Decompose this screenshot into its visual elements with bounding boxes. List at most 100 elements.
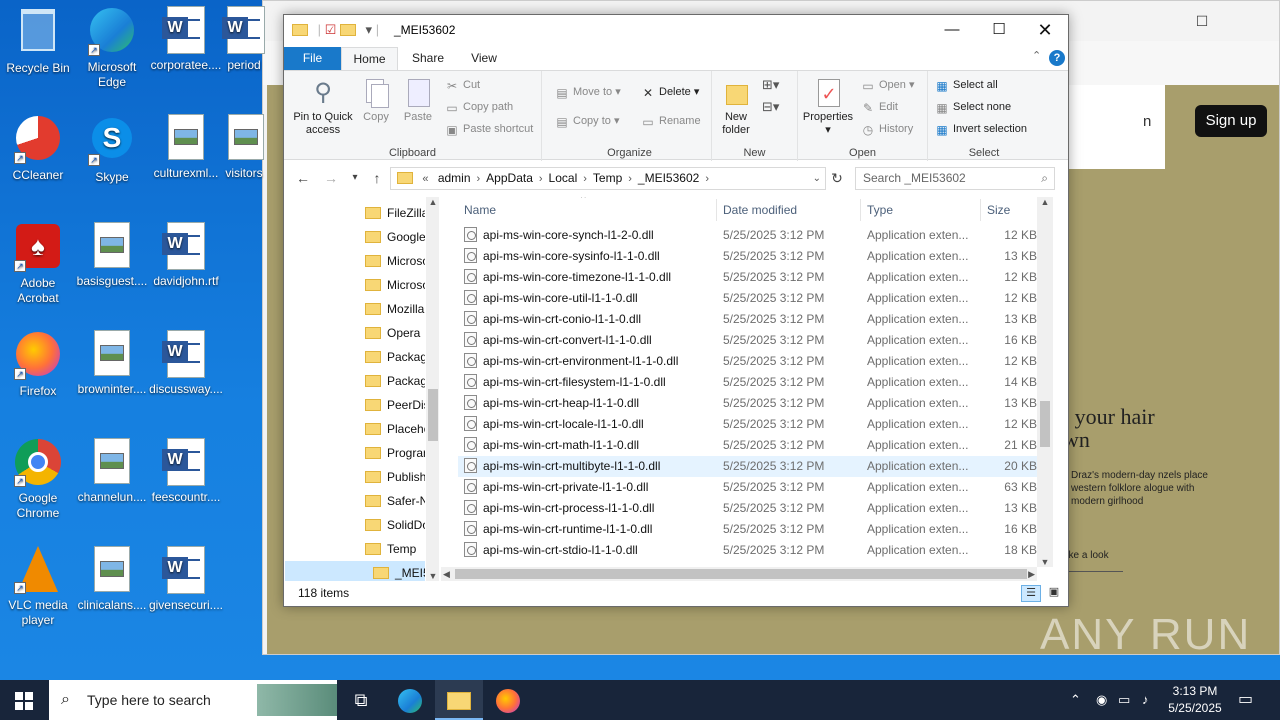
address-bar[interactable]: « admin › AppData › Local › Temp › _MEI53602 › ⌄ xyxy=(390,167,826,190)
file-row[interactable]: api-ms-win-crt-private-l1-1-0.dll 5/25/20… xyxy=(458,477,1052,498)
taskbar-search-box[interactable]: ⌕ Type here to search xyxy=(49,680,337,720)
new-folder-qat-icon[interactable] xyxy=(339,24,356,36)
breadcrumb-separator-icon[interactable]: › xyxy=(705,169,709,190)
history-button[interactable]: ◷ History xyxy=(860,119,913,139)
desktop-icon[interactable]: ↗ Firefox xyxy=(0,330,76,399)
properties-qat-icon[interactable]: ☑ xyxy=(325,22,337,37)
breadcrumb-separator-icon[interactable]: › xyxy=(628,169,632,190)
breadcrumb-segment[interactable]: Temp xyxy=(593,168,622,189)
nav-item[interactable]: Safer-N xyxy=(285,489,425,513)
desktop-icon[interactable]: Wperiod xyxy=(222,6,266,73)
desktop-icon[interactable]: browninter.... xyxy=(74,330,150,397)
column-date-modified[interactable]: Date modified xyxy=(717,199,861,221)
file-row[interactable]: api-ms-win-crt-heap-l1-1-0.dll 5/25/2025 … xyxy=(458,393,1052,414)
edge-maximize-icon[interactable]: ☐ xyxy=(1179,7,1225,35)
select-all-button[interactable]: ▦ Select all xyxy=(934,75,997,95)
pin-to-quick-access-button[interactable]: ⚲ Pin to Quick access xyxy=(290,77,356,137)
desktop-icon[interactable]: Recycle Bin xyxy=(0,6,76,76)
forward-button[interactable]: → xyxy=(320,167,342,189)
nav-item[interactable]: PeerDis xyxy=(285,393,425,417)
nav-item[interactable]: SolidDo xyxy=(285,513,425,537)
nav-item[interactable]: Placeho xyxy=(285,417,425,441)
edge-taskbar-icon[interactable] xyxy=(386,680,434,720)
nav-item[interactable]: Packag xyxy=(285,345,425,369)
file-row[interactable]: api-ms-win-crt-multibyte-l1-1-0.dll 5/25/… xyxy=(458,456,1052,477)
tab-view[interactable]: View xyxy=(458,47,510,70)
nav-scroll-thumb[interactable] xyxy=(428,389,438,441)
paste-shortcut-button[interactable]: ▣ Paste shortcut xyxy=(444,119,533,139)
nav-item[interactable]: FileZilla xyxy=(285,201,425,225)
desktop-icon[interactable]: ↗ Google Chrome xyxy=(0,438,76,521)
firefox-taskbar-icon[interactable] xyxy=(484,680,532,720)
list-horizontal-scrollbar[interactable]: ◀ ▶ xyxy=(441,567,1037,581)
properties-button[interactable]: ✓ Properties ▾ xyxy=(800,77,856,137)
desktop-icon[interactable]: Wdavidjohn.rtf xyxy=(148,222,224,289)
tab-file[interactable]: File xyxy=(284,47,341,70)
nav-item[interactable]: Packag xyxy=(285,369,425,393)
address-dropdown-icon[interactable]: ⌄ xyxy=(813,168,821,189)
file-row[interactable]: api-ms-win-core-timezone-l1-1-0.dll 5/25/… xyxy=(458,267,1052,288)
file-row[interactable]: api-ms-win-crt-filesystem-l1-1-0.dll 5/25… xyxy=(458,372,1052,393)
nav-item[interactable]: Opera xyxy=(285,321,425,345)
tab-home[interactable]: Home xyxy=(341,47,398,70)
file-row[interactable]: api-ms-win-core-util-l1-1-0.dll 5/25/2025… xyxy=(458,288,1052,309)
column-name[interactable]: Name xyxy=(458,199,717,221)
breadcrumb-separator-icon[interactable]: › xyxy=(477,169,481,190)
nav-item[interactable]: Mozilla xyxy=(285,297,425,321)
file-row[interactable]: api-ms-win-crt-math-l1-1-0.dll 5/25/2025 … xyxy=(458,435,1052,456)
open-button[interactable]: ▭ Open ▾ xyxy=(860,75,914,95)
customize-qat-icon[interactable]: ▾ xyxy=(366,22,373,37)
nav-item[interactable]: Temp xyxy=(285,537,425,561)
breadcrumb-segment[interactable]: Local xyxy=(549,168,578,189)
take-a-look-link[interactable]: ake a look xyxy=(1063,550,1123,572)
tab-share[interactable]: Share xyxy=(398,47,458,70)
desktop-icon[interactable]: visitors xyxy=(222,114,266,181)
desktop-icon[interactable]: Wcorporatee.... xyxy=(148,6,224,73)
clock[interactable]: 3:13 PM 5/25/2025 xyxy=(1160,683,1230,717)
list-hscroll-thumb[interactable] xyxy=(455,569,1027,579)
network-icon[interactable]: ▭ xyxy=(1118,680,1130,720)
file-row[interactable]: api-ms-win-crt-convert-l1-1-0.dll 5/25/20… xyxy=(458,330,1052,351)
file-explorer-taskbar-icon[interactable] xyxy=(435,680,483,720)
large-icons-view-icon[interactable]: ▣ xyxy=(1044,585,1064,602)
breadcrumb-separator-icon[interactable]: › xyxy=(583,169,587,190)
desktop-icon[interactable]: ↗ CCleaner xyxy=(0,114,76,183)
desktop-icon[interactable]: Wgivensecuri.... xyxy=(148,546,224,613)
list-scroll-left-icon[interactable]: ◀ xyxy=(443,567,450,581)
invert-selection-button[interactable]: ▦ Invert selection xyxy=(934,119,1027,139)
cut-button[interactable]: ✂ Cut xyxy=(444,75,480,95)
file-row[interactable]: api-ms-win-crt-environment-l1-1-0.dll 5/2… xyxy=(458,351,1052,372)
list-scroll-thumb[interactable] xyxy=(1040,401,1050,447)
easy-access-icon[interactable]: ⊟▾ xyxy=(762,99,779,115)
move-to-button[interactable]: ▤ Move to ▾ xyxy=(554,82,620,102)
desktop-icon[interactable]: channelun.... xyxy=(74,438,150,505)
collapse-ribbon-icon[interactable]: ⌃ xyxy=(1032,49,1041,62)
notifications-icon[interactable]: ▭ xyxy=(1238,680,1253,720)
nav-scrollbar[interactable]: ▲ ▼ xyxy=(426,197,439,581)
show-hidden-icons[interactable]: ⌃ xyxy=(1070,680,1081,720)
nav-scroll-up-icon[interactable]: ▲ xyxy=(426,197,439,207)
list-scroll-down-icon[interactable]: ▼ xyxy=(1037,557,1053,567)
breadcrumb-segment[interactable]: AppData xyxy=(486,168,533,189)
copy-path-button[interactable]: ▭ Copy path xyxy=(444,97,513,117)
desktop-icon[interactable]: S ↗ Skype xyxy=(74,114,150,185)
file-row[interactable]: api-ms-win-core-sysinfo-l1-1-0.dll 5/25/2… xyxy=(458,246,1052,267)
search-box[interactable]: Search _MEI53602 ⌕ xyxy=(855,167,1055,190)
copy-to-button[interactable]: ▤ Copy to ▾ xyxy=(554,111,619,131)
desktop-icon[interactable]: Wfeescountr.... xyxy=(148,438,224,505)
refresh-icon[interactable]: ↻ xyxy=(826,167,848,189)
nav-item[interactable]: Publish xyxy=(285,465,425,489)
maximize-icon[interactable]: ☐ xyxy=(976,15,1022,45)
back-button[interactable]: ← xyxy=(292,167,314,189)
copy-button[interactable]: Copy xyxy=(358,77,394,124)
desktop-icon[interactable]: ♠ ↗ Adobe Acrobat xyxy=(0,222,76,306)
desktop-icon[interactable]: ↗ VLC media player xyxy=(0,546,76,628)
breadcrumb-segment[interactable]: admin xyxy=(438,168,471,189)
desktop-icon[interactable]: basisguest.... xyxy=(74,222,150,289)
desktop-icon[interactable]: Wdiscussway.... xyxy=(148,330,224,397)
file-row[interactable]: api-ms-win-crt-stdio-l1-1-0.dll 5/25/2025… xyxy=(458,540,1052,561)
nav-item[interactable]: Google xyxy=(285,225,425,249)
meet-now-icon[interactable]: ◉ xyxy=(1096,680,1107,720)
file-row[interactable]: api-ms-win-core-synch-l1-2-0.dll 5/25/202… xyxy=(458,225,1052,246)
column-type[interactable]: Type xyxy=(861,199,981,221)
